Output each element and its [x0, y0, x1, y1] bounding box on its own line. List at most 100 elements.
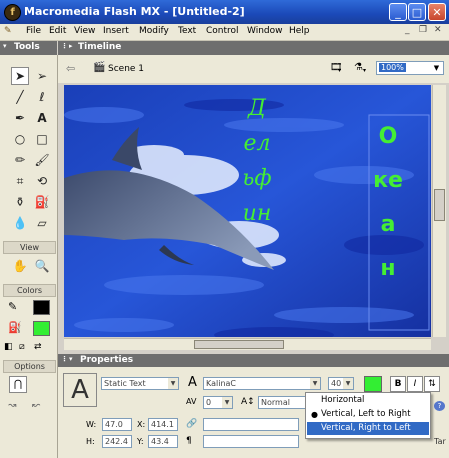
properties-title: Properties [80, 355, 134, 365]
stage-canvas[interactable]: Дельфин Океан [64, 85, 431, 337]
doc-minimize-icon[interactable]: _ [405, 25, 410, 35]
stroke-color-icon: ✎ [8, 300, 18, 313]
menu-insert[interactable]: Insert [103, 26, 129, 36]
help-icon[interactable]: ? [434, 401, 445, 411]
width-field[interactable]: 47.0 [102, 418, 132, 431]
text-fill-swatch[interactable] [364, 376, 382, 392]
text-direction-button[interactable]: ⇅ [424, 376, 440, 392]
character-spacing-field[interactable]: 0 ▼ [203, 396, 233, 409]
target-field[interactable] [203, 435, 299, 448]
zoom-value: 100% [379, 63, 406, 72]
y-field[interactable]: 43.4 [148, 435, 178, 448]
close-button[interactable]: ✕ [428, 3, 446, 21]
x-field[interactable]: 414.1 [148, 418, 178, 431]
rectangle-tool-icon[interactable]: □ [33, 130, 51, 148]
subselect-tool-icon[interactable]: ➢ [33, 67, 51, 85]
menu-text[interactable]: Text [178, 26, 196, 36]
maximize-button[interactable]: □ [408, 3, 426, 21]
tools-panel-header[interactable]: ▾ Tools [0, 41, 57, 55]
default-colors-icon[interactable]: ◧ [4, 342, 13, 352]
menu-file[interactable]: File [26, 26, 41, 36]
direction-horizontal-item[interactable]: Horizontal [307, 394, 429, 407]
width-label: W: [86, 420, 97, 429]
zoom-select[interactable]: 100% ▼ [376, 61, 444, 75]
pen-tool-icon[interactable]: ✒ [11, 109, 29, 127]
italic-button[interactable]: I [407, 376, 423, 392]
horizontal-scroll-thumb[interactable] [194, 340, 284, 349]
vertical-scrollbar[interactable] [432, 85, 446, 337]
direction-vertical-rtl-item[interactable]: Vertical, Right to Left [307, 422, 429, 435]
options-section-label: Options [3, 360, 56, 373]
menu-control[interactable]: Control [206, 26, 239, 36]
brush-tool-icon[interactable]: 🖌 [33, 151, 51, 169]
link-icon: 🔗 [186, 419, 198, 429]
zoom-tool-icon[interactable]: 🔍 [33, 257, 51, 275]
trailing-label: Tar [434, 437, 446, 446]
grip-icon: ⋮ [61, 42, 68, 50]
snap-magnet-icon[interactable]: ⋂ [9, 376, 27, 393]
edit-scene-dropdown-icon[interactable]: ▾ [338, 67, 341, 74]
straighten-icon[interactable]: ↜ [32, 400, 40, 411]
ink-bottle-tool-icon[interactable]: ⚱ [11, 193, 29, 211]
doc-restore-icon[interactable]: ❐ [419, 25, 427, 35]
vertical-text-ocean[interactable]: Океан [373, 115, 403, 335]
font-select[interactable]: KalinaC ▼ [203, 377, 321, 390]
back-arrow-icon[interactable]: ⇦ [66, 62, 75, 75]
doc-close-icon[interactable]: ✕ [434, 25, 442, 35]
text-type-select[interactable]: Static Text ▼ [101, 377, 179, 390]
height-label: H: [86, 437, 95, 446]
checked-bullet-icon: ● [311, 410, 318, 419]
format-icon: ¶ [186, 436, 192, 446]
swap-colors-icon[interactable]: ⇄ [34, 342, 42, 352]
no-color-icon[interactable]: ⧄ [19, 342, 25, 352]
paint-bucket-tool-icon[interactable]: ⛽ [33, 193, 51, 211]
menu-view[interactable]: View [74, 26, 95, 36]
fill-color-swatch[interactable] [33, 321, 50, 336]
hand-tool-icon[interactable]: ✋ [11, 257, 29, 275]
font-value: KalinaC [206, 379, 237, 388]
horizontal-scrollbar[interactable] [64, 338, 431, 350]
edit-symbols-icon[interactable]: ⚗ [354, 62, 363, 73]
direction-vertical-rtl-label: Vertical, Right to Left [321, 423, 411, 433]
free-transform-tool-icon[interactable]: ⌗ [11, 172, 29, 190]
flash-app-icon: f [4, 4, 21, 21]
vertical-text-dolphin[interactable]: Дельфин [242, 91, 272, 337]
lasso-tool-icon[interactable]: ℓ [33, 88, 51, 106]
y-label: Y: [137, 437, 144, 446]
properties-header[interactable]: ⋮ ▾ Properties [58, 354, 449, 367]
timeline-header[interactable]: ⋮ ▸ Timeline [58, 41, 449, 55]
font-size-field[interactable]: 40 ▼ [328, 377, 354, 390]
document-icon[interactable]: ✎ [4, 26, 12, 36]
edit-symbols-dropdown-icon[interactable]: ▾ [363, 67, 366, 74]
stroke-color-swatch[interactable] [33, 300, 50, 315]
menu-edit[interactable]: Edit [49, 26, 66, 36]
minimize-button[interactable]: _ [389, 3, 407, 21]
smooth-icon[interactable]: ↝ [8, 400, 16, 411]
text-type-value: Static Text [104, 379, 146, 388]
menu-window[interactable]: Window [247, 26, 283, 36]
chevron-down-icon: ▼ [343, 378, 353, 389]
arrow-tool-icon[interactable]: ➤ [11, 67, 29, 85]
eraser-tool-icon[interactable]: ▱ [33, 214, 51, 232]
font-icon: A [188, 375, 197, 390]
text-tool-icon[interactable]: A [33, 109, 51, 127]
oval-tool-icon[interactable]: ○ [11, 130, 29, 148]
vertical-scroll-thumb[interactable] [434, 189, 445, 221]
menu-help[interactable]: Help [289, 26, 310, 36]
direction-vertical-ltr-item[interactable]: ● Vertical, Left to Right [307, 408, 429, 421]
height-field[interactable]: 242.4 [102, 435, 132, 448]
url-field[interactable] [203, 418, 299, 431]
line-tool-icon[interactable]: ╱ [11, 88, 29, 106]
bold-button[interactable]: B [390, 376, 406, 392]
collapse-arrow-icon: ▾ [69, 355, 73, 363]
collapse-arrow-icon: ▾ [3, 42, 7, 50]
menu-modify[interactable]: Modify [139, 26, 169, 36]
tools-title: Tools [14, 42, 40, 52]
baseline-icon: A↕ [241, 397, 255, 407]
eyedropper-tool-icon[interactable]: 💧 [11, 214, 29, 232]
fill-color-icon: ⛽ [8, 321, 22, 334]
timeline-title: Timeline [78, 42, 122, 52]
fill-transform-tool-icon[interactable]: ⟲ [33, 172, 51, 190]
pencil-tool-icon[interactable]: ✏ [11, 151, 29, 169]
character-spacing-icon: A͏V [186, 397, 197, 406]
